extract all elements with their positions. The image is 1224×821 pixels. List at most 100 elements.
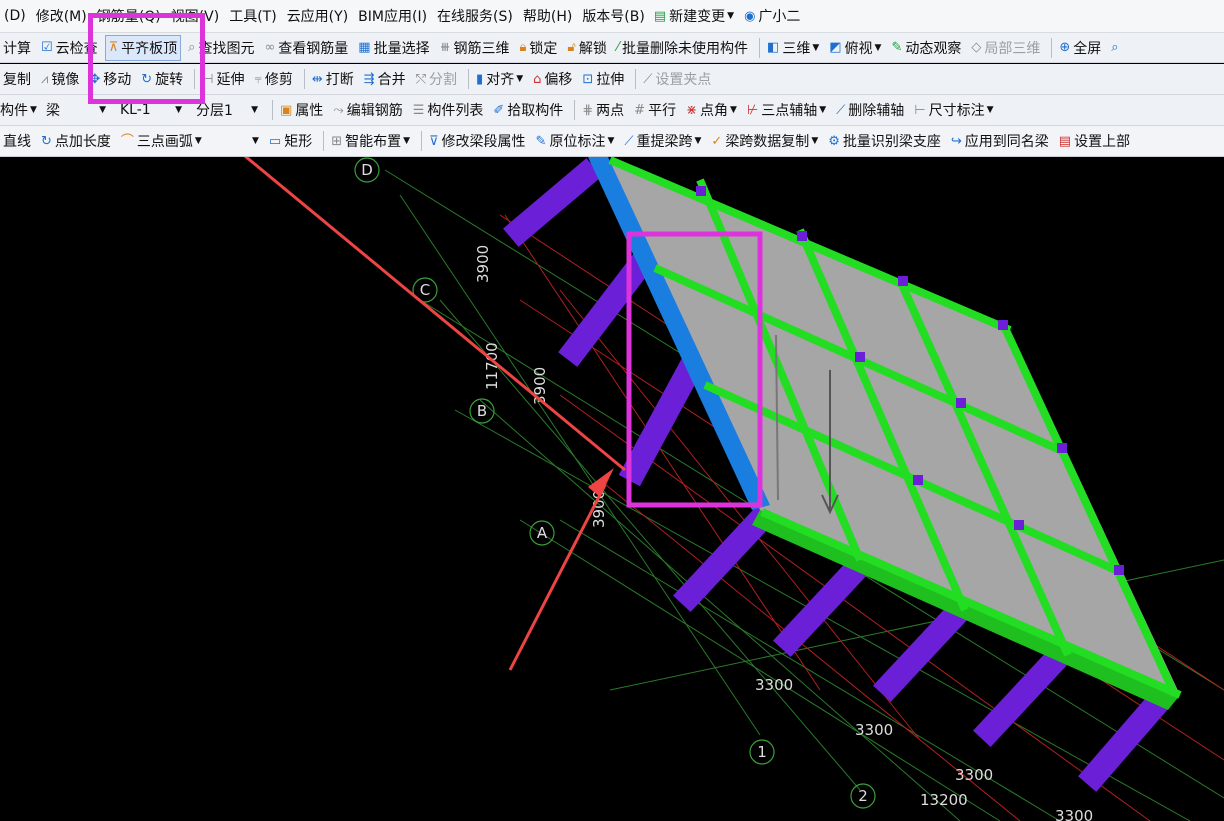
menu-tools[interactable]: 工具(T) <box>225 6 280 26</box>
extend-button[interactable]: ⊣ 延伸 <box>199 67 247 91</box>
dimension-button[interactable]: ⊢ 尺寸标注 ▼ <box>911 98 996 122</box>
rebar-3d-button[interactable]: ⧻ 钢筋三维 <box>437 36 513 60</box>
three-point-arc-button[interactable]: ⌒ 三点画弧 ▼ ▼ <box>118 129 262 153</box>
toolbar-separator <box>1051 37 1053 58</box>
align-button[interactable]: ▮ 对齐 ▼ <box>473 67 526 91</box>
span-data-copy-button[interactable]: ✓ 梁跨数据复制 ▼ <box>708 129 821 153</box>
batch-select-button[interactable]: ▦ 批量选择 <box>355 36 432 60</box>
layer-select[interactable]: 分层1 ▼ <box>192 99 262 121</box>
dynamic-orbit-button[interactable]: ✎ 动态观察 <box>888 36 964 60</box>
chevron-down-icon: ▼ <box>403 136 411 146</box>
local-3d-button[interactable]: ◇ 局部三维 <box>968 36 1043 60</box>
top-view-button[interactable]: ◩ 俯视 ▼ <box>826 36 884 60</box>
edit-rebar-icon: ⤳ <box>333 102 344 118</box>
component-name-select[interactable]: KL-1 ▼ <box>116 99 186 121</box>
3d-viewport[interactable]: D C B A 1 2 3900 3900 3900 11700 3300 33… <box>0 157 1224 821</box>
parallel-axis-button[interactable]: # 平行 <box>631 98 679 122</box>
assistant-icon: ◉ <box>744 8 756 24</box>
zoom-button[interactable]: ⌕ <box>1108 36 1124 60</box>
point-length-button[interactable]: ↻ 点加长度 <box>38 129 114 153</box>
set-top-button[interactable]: ▤ 设置上部 <box>1056 129 1133 153</box>
annotation-icon: ✎ <box>535 133 547 149</box>
set-top-icon: ▤ <box>1058 133 1072 149</box>
column-cap <box>998 320 1008 330</box>
column-cap <box>1057 443 1067 453</box>
menu-version[interactable]: 版本号(B) <box>578 6 649 26</box>
menu-modify[interactable]: 修改(M) <box>32 6 91 26</box>
lock-button[interactable]: 🔒︎ 锁定 <box>517 36 561 60</box>
toolbar-separator <box>323 131 325 151</box>
find-element-button[interactable]: ⌕ 查找图元 <box>185 36 257 60</box>
rotate-button[interactable]: ↻ 旋转 <box>138 67 186 91</box>
menu-rebar-qty[interactable]: 钢筋量(Q) <box>93 6 165 26</box>
offset-button[interactable]: ⌂ 偏移 <box>530 67 575 91</box>
line-button[interactable]: 直线 <box>0 129 34 153</box>
in-situ-annotation-button[interactable]: ✎ 原位标注 ▼ <box>533 129 618 153</box>
chevron-down-icon: ▼ <box>727 11 735 21</box>
smart-layout-button[interactable]: ⊞ 智能布置 ▼ <box>328 129 413 153</box>
axis-label-2: 2 <box>858 787 868 805</box>
trim-button[interactable]: ⫧ 修剪 <box>251 67 295 91</box>
menu-bim[interactable]: BIM应用(I) <box>354 6 431 26</box>
apply-same-name-beam-button[interactable]: ↪ 应用到同名梁 <box>948 129 1052 153</box>
assistant-button[interactable]: ◉ 广小二 <box>741 4 803 28</box>
align-slab-top-button[interactable]: ⊼ 平齐板顶 <box>104 34 182 61</box>
column-cap <box>898 276 908 286</box>
merge-button[interactable]: ⇶ 合并 <box>361 67 409 91</box>
component-list-button[interactable]: ☰ 构件列表 <box>410 98 487 122</box>
delete-axis-button[interactable]: ⟋ 删除辅轴 <box>833 98 907 122</box>
three-point-axis-button[interactable]: ⊬ 三点辅轴 ▼ <box>744 98 829 122</box>
3d-model-canvas[interactable]: D C B A 1 2 3900 3900 3900 11700 3300 33… <box>0 157 1224 821</box>
component-type-select[interactable]: 梁 ▼ <box>42 99 110 121</box>
set-grip-button[interactable]: ⟋ 设置夹点 <box>640 67 714 91</box>
menu-help[interactable]: 帮助(H) <box>519 6 576 26</box>
view-rebar-qty-button[interactable]: ∞ 查看钢筋量 <box>261 36 351 60</box>
two-point-axis-button[interactable]: ⋕ 两点 <box>579 98 627 122</box>
copy-button[interactable]: 复制 <box>0 67 34 91</box>
edit-rebar-button[interactable]: ⤳ 编辑钢筋 <box>330 98 405 122</box>
break-button[interactable]: ⇹ 打断 <box>309 67 357 91</box>
toolbar-separator <box>635 69 637 89</box>
batch-identify-support-button[interactable]: ⚙ 批量识别梁支座 <box>825 129 944 153</box>
column-cap <box>1114 565 1124 575</box>
chevron-down-icon: ▼ <box>516 74 524 84</box>
chevron-down-icon: ▼ <box>986 105 994 115</box>
lock-icon: 🔒︎ <box>519 40 527 55</box>
rebar-3d-icon: ⧻ <box>439 40 451 55</box>
mirror-button[interactable]: ⩘ 镜像 <box>38 67 82 91</box>
modify-beam-segment-button[interactable]: ⊽ 修改梁段属性 <box>426 129 529 153</box>
component-category-select[interactable]: 构件 ▼ <box>0 99 37 121</box>
menu-bar: (D) 修改(M) 钢筋量(Q) 视图(V) 工具(T) 云应用(Y) BIM应… <box>0 0 1224 33</box>
fullscreen-button[interactable]: ⊕ 全屏 <box>1056 36 1104 60</box>
eyedropper-icon: ✐ <box>493 102 505 118</box>
menu-online-service[interactable]: 在线服务(S) <box>433 6 517 26</box>
re-extract-span-button[interactable]: ⟋ 重提梁跨 ▼ <box>621 129 704 153</box>
batch-delete-unused-button[interactable]: ⁄ 批量删除未使用构件 <box>614 36 751 60</box>
three-point-icon: ⊬ <box>746 102 759 118</box>
offset-icon: ⌂ <box>533 71 542 87</box>
3d-view-button[interactable]: ◧ 三维 ▼ <box>764 36 822 60</box>
menu-view[interactable]: 视图(V) <box>167 6 224 26</box>
properties-button[interactable]: ▣ 属性 <box>277 98 326 122</box>
properties-icon: ▣ <box>280 102 293 118</box>
new-change-button[interactable]: ▤ 新建变更 ▼ <box>651 4 737 28</box>
align-icon: ▮ <box>476 71 484 87</box>
menu-cloud[interactable]: 云应用(Y) <box>283 6 352 26</box>
stretch-button[interactable]: ⊡ 拉伸 <box>579 67 627 91</box>
menu-draw[interactable]: (D) <box>0 8 30 24</box>
dimension-label: 3300 <box>755 676 793 694</box>
glasses-icon: ∞ <box>264 40 276 55</box>
point-angle-axis-button[interactable]: ⋇ 点角 ▼ <box>683 98 740 122</box>
split-button[interactable]: ⤲ 分割 <box>413 67 460 91</box>
unlock-button[interactable]: 🔓︎ 解锁 <box>564 36 609 60</box>
pick-component-button[interactable]: ✐ 拾取构件 <box>490 98 566 122</box>
span-icon: ⟋ <box>624 133 634 149</box>
column-cap <box>797 231 807 241</box>
move-button[interactable]: ✥ 移动 <box>86 67 134 91</box>
dimension-label: 3300 <box>855 721 893 739</box>
rectangle-button[interactable]: ▭ 矩形 <box>266 129 315 153</box>
toolbar-component: 构件 ▼ 梁 ▼ KL-1 ▼ 分层1 ▼ ▣ 属性 ⤳ 编辑钢筋 ☰ 构件列表 ✐ 拾取构件 … <box>0 95 1224 126</box>
calculate-button[interactable]: 计算 <box>0 36 34 60</box>
cloud-check-button[interactable]: ☑ 云检查 <box>38 36 101 60</box>
chevron-down-icon: ▼ <box>175 105 182 115</box>
